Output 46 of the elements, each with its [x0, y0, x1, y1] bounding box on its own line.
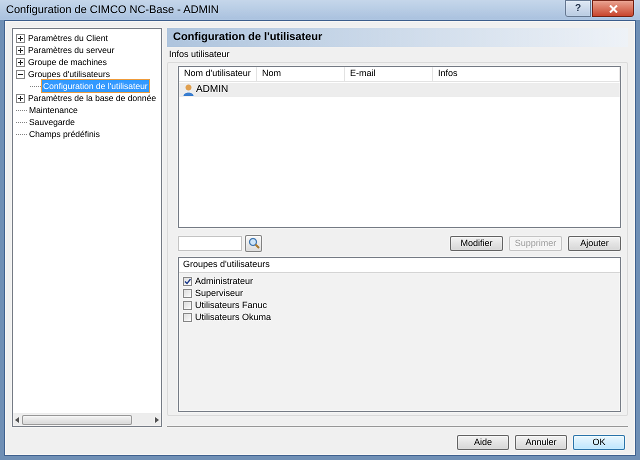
tree-item[interactable]: Paramètres du Client — [27, 32, 109, 44]
scroll-right-icon[interactable] — [155, 416, 159, 422]
list-header: Groupes d'utilisateurs — [183, 258, 270, 271]
checkbox[interactable] — [183, 277, 192, 286]
expand-icon[interactable] — [16, 46, 25, 54]
expand-icon[interactable] — [16, 94, 25, 102]
checkbox[interactable] — [183, 289, 192, 298]
action-button[interactable]: Ajouter — [568, 236, 621, 250]
horizontal-scrollbar[interactable] — [13, 413, 161, 426]
group-title: Infos utilisateur — [169, 48, 231, 61]
search-icon — [248, 237, 260, 249]
checkbox-label: Administrateur — [195, 274, 254, 288]
tree-item[interactable]: Paramètres de la base de donnée — [27, 92, 158, 104]
search-button[interactable] — [245, 234, 262, 252]
user-icon — [183, 84, 194, 96]
scroll-left-icon[interactable] — [15, 416, 19, 422]
tree-item[interactable]: Groupe de machines — [27, 56, 108, 68]
tree-item[interactable]: Maintenance — [28, 104, 79, 116]
close-button[interactable] — [592, 0, 634, 17]
table-row[interactable]: ADMIN — [179, 82, 620, 96]
expand-icon[interactable] — [16, 34, 25, 42]
checkbox-label: Utilisateurs Okuma — [195, 310, 272, 324]
tree-item[interactable]: Champs prédéfinis — [28, 128, 101, 140]
column-header[interactable]: Nom d'utilisateur — [179, 66, 257, 80]
tree-item[interactable]: Groupes d'utilisateurs — [27, 68, 111, 80]
column-header[interactable]: Infos — [433, 66, 620, 80]
action-button[interactable]: Modifier — [450, 236, 503, 250]
dialog-button[interactable]: Aide — [457, 435, 509, 450]
dialog-button[interactable]: Annuler — [515, 435, 567, 450]
checkbox[interactable] — [183, 313, 192, 322]
page-title: Configuration de l'utilisateur — [173, 30, 322, 46]
checkbox-label: Utilisateurs Fanuc — [195, 298, 268, 312]
column-header[interactable]: E-mail — [345, 66, 433, 80]
expand-icon[interactable] — [16, 58, 25, 66]
help-button[interactable]: ? — [565, 0, 591, 17]
collapse-icon[interactable] — [16, 70, 25, 78]
search-field[interactable] — [178, 236, 242, 250]
checkbox-label: Superviseur — [195, 286, 244, 300]
tree-item[interactable]: Paramètres du serveur — [27, 44, 116, 56]
checkbox[interactable] — [183, 301, 192, 310]
close-icon — [608, 4, 618, 12]
window-title: Configuration de CIMCO NC-Base - ADMIN — [6, 2, 219, 18]
table-cell-text: ADMIN — [196, 83, 228, 97]
dialog-button[interactable]: OK — [573, 435, 625, 450]
column-header[interactable]: Nom — [257, 66, 345, 80]
tree-item[interactable]: Sauvegarde — [28, 116, 76, 128]
